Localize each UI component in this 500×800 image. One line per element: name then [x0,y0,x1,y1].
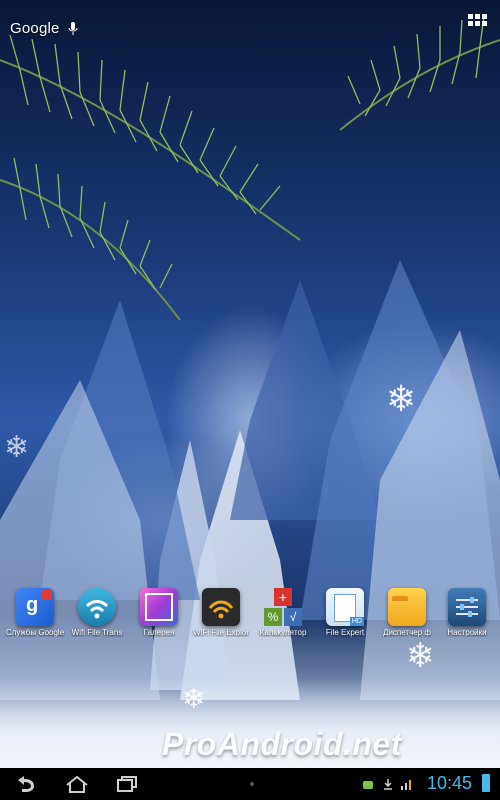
app-wifi-file-transfer[interactable]: Wifi File Trans [66,588,128,637]
snowflake: ❄ [4,431,30,464]
battery-icon [482,774,490,792]
pine-branch-left [0,34,301,321]
download-icon [384,779,392,790]
google-search-bar[interactable]: Google [10,20,78,37]
app-file-manager[interactable]: Диспетчер ф [376,588,438,637]
grid-icon[interactable] [466,12,488,34]
signal-icon [401,780,411,790]
google-logo: Google [10,20,60,37]
app-dock: g Службы Google Wifi File Trans Галерея [0,588,500,648]
app-label: WiFi File Explor [192,628,249,637]
snowflake: ❄ [386,378,417,419]
app-label: Калькулятор [259,628,307,637]
app-settings[interactable]: Настройки [436,588,498,637]
android-debug-icon [363,781,373,789]
dot-indicator [250,782,254,786]
snowflake: ❄ [182,683,206,714]
app-wifi-file-explorer[interactable]: WiFi File Explor [190,588,252,637]
google-services-icon: g [16,588,54,626]
settings-icon [448,588,486,626]
wallpaper: ❄ ❄ ❄ ❄ [0,0,500,768]
folder-icon [388,588,426,626]
app-label: Wifi File Trans [71,628,123,637]
app-label: Службы Google [5,628,65,637]
app-google-services[interactable]: g Службы Google [4,588,66,637]
back-icon[interactable] [12,774,38,794]
app-gallery[interactable]: Галерея [128,588,190,637]
calculator-icon: + % √ [264,588,302,626]
system-bar: 10:45 [0,768,500,800]
app-label: Диспетчер ф [383,628,431,637]
watermark: ProAndroid.net [162,726,402,762]
recents-icon[interactable] [114,774,140,794]
app-label: File Expert [325,628,365,637]
app-label: Настройки [447,628,487,637]
wifi-explorer-icon [202,588,240,626]
file-expert-icon: HD [326,588,364,626]
app-file-expert[interactable]: HD File Expert [314,588,376,637]
mic-icon[interactable] [68,21,78,36]
gallery-icon [140,588,178,626]
wifi-icon [78,588,116,626]
app-calculator[interactable]: + % √ Калькулятор [252,588,314,637]
home-icon[interactable] [64,774,90,794]
clock[interactable]: 10:45 [427,773,472,794]
app-label: Галерея [143,628,175,637]
